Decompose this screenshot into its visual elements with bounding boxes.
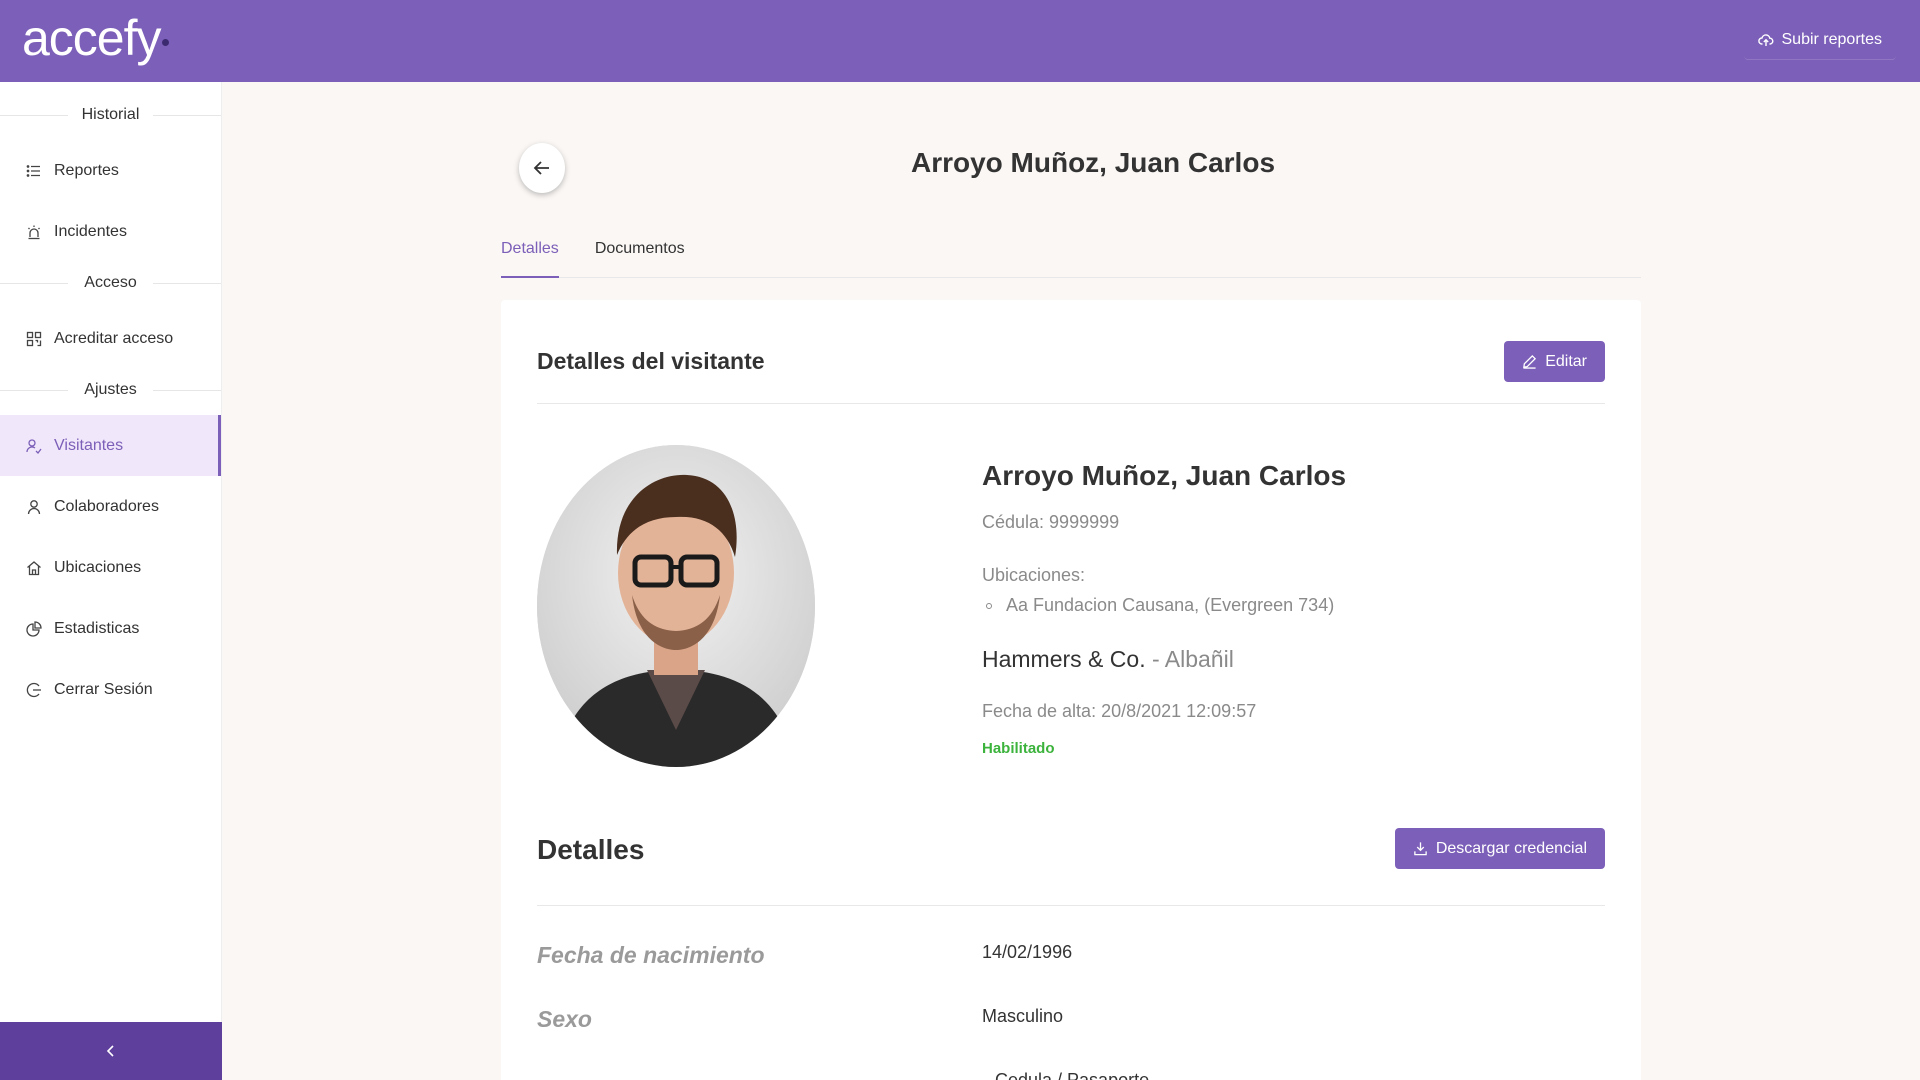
- sidebar-item-label: Ubicaciones: [54, 558, 142, 576]
- visitor-cedula: Cédula: 9999999: [982, 512, 1120, 532]
- sidebar-item-label: Acreditar acceso: [54, 329, 174, 347]
- tab-bar: Detalles Documentos: [501, 228, 1641, 278]
- sidebar-item-label: Incidentes: [54, 222, 127, 240]
- chevron-left-icon: [106, 1045, 114, 1057]
- edit-button[interactable]: Editar: [1504, 341, 1605, 382]
- bullet-icon: [986, 602, 992, 609]
- back-button[interactable]: [519, 143, 565, 193]
- app-logo-text: accefy: [22, 10, 162, 66]
- visitor-company: Hammers & Co. - Albañil: [982, 646, 1602, 673]
- visitor-icon: [26, 438, 42, 454]
- sidebar-item-label: Cerrar Sesión: [54, 680, 153, 698]
- sidebar-section-acceso: Acceso: [0, 258, 221, 308]
- visitor-role: - Albañil: [1145, 646, 1234, 672]
- upload-reports-label: Subir reportes: [1781, 30, 1883, 48]
- card-header: Detalles del visitante Editar: [537, 340, 1605, 404]
- section-title-label: Acceso: [72, 274, 149, 292]
- home-icon: [27, 560, 41, 575]
- document-type-value: Cedula / Pasaporte: [995, 1070, 1150, 1080]
- company-name: Hammers & Co.: [982, 646, 1146, 672]
- sidebar-item-estadisticas[interactable]: Estadisticas: [0, 598, 221, 659]
- upload-reports-button[interactable]: Subir reportes: [1743, 20, 1896, 60]
- edit-button-label: Editar: [1545, 352, 1587, 370]
- registration-date: Fecha de alta: 20/8/2021 12:09:57: [982, 701, 1257, 721]
- alarm-icon: [28, 225, 40, 239]
- app-logo[interactable]: accefy: [22, 10, 169, 66]
- logout-icon: [26, 682, 41, 697]
- user-icon: [27, 499, 41, 514]
- visitor-name: Arroyo Muñoz, Juan Carlos: [982, 460, 1347, 491]
- section-title-label: Ajustes: [72, 381, 149, 399]
- sidebar-item-label: Reportes: [54, 161, 119, 179]
- logo-dot: [161, 38, 169, 46]
- sidebar: Historial Reportes Incidentes Acceso Acr…: [0, 82, 222, 1080]
- sidebar-item-cerrar-sesion[interactable]: Cerrar Sesión: [0, 659, 221, 720]
- tab-documentos[interactable]: Documentos: [595, 228, 685, 278]
- pie-chart-icon: [26, 620, 42, 637]
- visitor-photo: [537, 445, 815, 767]
- tab-detalles[interactable]: Detalles: [501, 228, 559, 278]
- sidebar-item-acreditar-acceso[interactable]: Acreditar acceso: [0, 308, 221, 369]
- sidebar-item-label: Estadisticas: [54, 619, 140, 637]
- sex-label: Sexo: [537, 1006, 592, 1032]
- details-header: Detalles Descargar credencial: [537, 828, 1605, 906]
- download-credential-label: Descargar credencial: [1435, 839, 1587, 857]
- sidebar-item-visitantes[interactable]: Visitantes: [0, 415, 221, 476]
- sidebar-collapse-button[interactable]: [0, 1022, 222, 1080]
- birth-date-value: 14/02/1996: [982, 942, 1073, 962]
- locations-label: Ubicaciones:: [982, 565, 1086, 585]
- status-badge: Habilitado: [982, 740, 1055, 757]
- sidebar-item-label: Visitantes: [54, 436, 124, 454]
- download-icon: [1414, 842, 1427, 856]
- person-photo-illustration: [537, 445, 815, 767]
- sidebar-item-reportes[interactable]: Reportes: [0, 140, 221, 201]
- page-title: Arroyo Muñoz, Juan Carlos: [910, 147, 1276, 178]
- qr-icon: [26, 331, 42, 346]
- visitor-details-card: Detalles del visitante Editar Arroyo Muñ…: [501, 300, 1641, 1080]
- download-credential-button[interactable]: Descargar credencial: [1394, 828, 1605, 869]
- visitor-info: Arroyo Muñoz, Juan Carlos Cédula: 999999…: [982, 460, 1602, 757]
- sex-value: Masculino: [982, 1006, 1064, 1026]
- arrow-left-icon: [533, 161, 549, 175]
- location-item: Aa Fundacion Causana, (Evergreen 734): [982, 595, 1602, 616]
- section-title-label: Historial: [69, 106, 152, 124]
- sidebar-section-historial: Historial: [0, 90, 221, 140]
- details-title: Detalles: [537, 834, 645, 865]
- pencil-icon: [1523, 354, 1537, 369]
- sidebar-item-colaboradores[interactable]: Colaboradores: [0, 476, 221, 537]
- card-title: Detalles del visitante: [537, 348, 765, 374]
- sidebar-item-label: Colaboradores: [54, 497, 159, 515]
- sidebar-item-ubicaciones[interactable]: Ubicaciones: [0, 537, 221, 598]
- list-icon: [26, 164, 40, 177]
- sidebar-section-ajustes: Ajustes: [0, 365, 221, 415]
- location-item-text: Aa Fundacion Causana, (Evergreen 734): [1006, 595, 1335, 615]
- sidebar-item-incidentes[interactable]: Incidentes: [0, 201, 221, 262]
- birth-date-label: Fecha de nacimiento: [537, 942, 765, 968]
- top-bar: accefy Subir reportes: [0, 0, 1920, 82]
- cloud-upload-icon: [1757, 33, 1773, 46]
